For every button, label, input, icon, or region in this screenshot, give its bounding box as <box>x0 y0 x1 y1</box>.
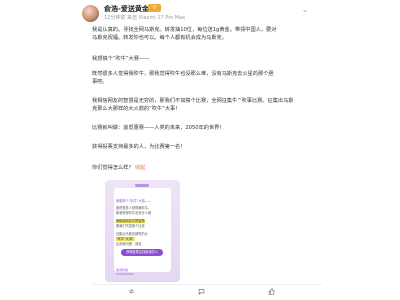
comment-button[interactable] <box>198 288 207 295</box>
card-button: 获得投票支持最多的人 <box>121 249 163 256</box>
body-line: 我相信网友的智慧是无穷的，那我们不如搞个比赛，全网征集牛^吹事比赛。征集出马斯 <box>92 98 294 104</box>
comment-icon <box>198 289 205 295</box>
avatar[interactable] <box>82 5 99 22</box>
repost-icon <box>128 289 135 294</box>
thumbs-up-icon <box>268 288 275 295</box>
question-text: 你们觉得怎么样？ <box>92 165 134 171</box>
body-line: 我想搞个“吹牛”大赛—— <box>92 56 150 62</box>
card-line: 比赛就叫做：追觅 <box>116 242 142 246</box>
card-line: “吹牛”大事！ <box>116 237 136 241</box>
like-button[interactable] <box>268 288 277 295</box>
body-line: 我是认真的。寻找全网马斯克。转发抽10位，每位送1g黄金。带领中国人，要对 <box>92 27 277 33</box>
card-line: 既然很多人觉得我吹牛， <box>116 206 152 210</box>
repost-button[interactable] <box>128 288 137 295</box>
card-line: 我想搞个“吹牛”大赛—— <box>116 199 152 203</box>
chevron-down-icon[interactable]: ⌄ <box>300 5 310 15</box>
body-line: 事吧。 <box>92 79 108 85</box>
body-line: 既然很多人觉得我吹牛，那我觉得吹牛也没那么难，没有马斯克去火星的那个胆 <box>92 71 274 77</box>
body-line: 你们觉得怎么样？ 收起 <box>92 165 146 172</box>
card-footer-bar <box>116 273 134 275</box>
collapse-link[interactable]: 收起 <box>135 165 145 171</box>
card-line: 那我觉得吹牛也没什么难 <box>116 211 152 215</box>
post-meta: 12分钟前 来自 Xiaomi 17 Pro Max <box>104 15 186 21</box>
body-line: 获得投票支持最多的人，为比赛第一名！ <box>92 144 186 150</box>
card-top-bar <box>135 184 149 187</box>
username[interactable]: 俞浩-爱送黄金 <box>104 4 149 14</box>
body-line: 马斯克祝福。转发你也可以。每个人都有机会成为马斯克。 <box>92 35 227 41</box>
card-line: 那我们不如搞个比赛 <box>116 224 145 228</box>
vip-badge: V <box>148 4 161 12</box>
body-line: 克那么大那样的大火箭的“吹牛”大事！ <box>92 106 181 112</box>
card-line: 我相信网友们的智慧 <box>116 219 145 223</box>
body-line: 比赛就叫做：追觅惠赛——人类的未来，2050年的世界！ <box>92 125 225 131</box>
card-line: 征集出马斯克那样的大 <box>116 232 148 236</box>
divider <box>92 284 322 285</box>
weibo-post: 俞浩-爱送黄金 V 12分钟前 来自 Xiaomi 17 Pro Max ⌄ 我… <box>0 0 400 300</box>
image-card[interactable] <box>105 180 180 282</box>
card-footer: 追觅科技 <box>116 268 129 272</box>
